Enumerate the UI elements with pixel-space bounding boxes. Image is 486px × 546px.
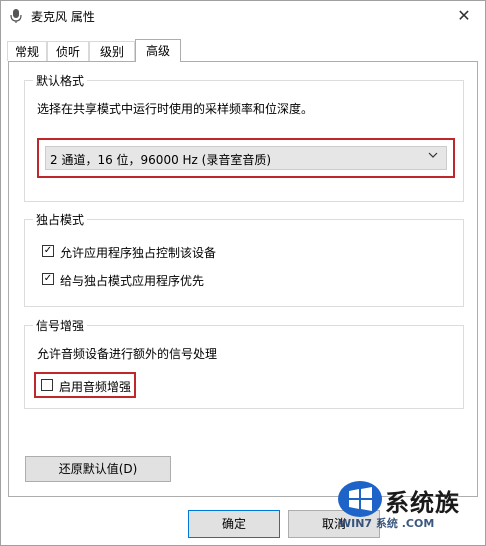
default-format-title: 默认格式	[33, 72, 88, 89]
watermark-brand: 系统族	[385, 488, 460, 517]
chevron-down-icon	[428, 151, 438, 162]
windows-logo-icon	[338, 481, 382, 517]
advanced-panel: 默认格式 选择在共享模式中运行时使用的采样频率和位深度。 2 通道，16 位，9…	[8, 61, 478, 497]
default-format-group: 默认格式 选择在共享模式中运行时使用的采样频率和位深度。 2 通道，16 位，9…	[24, 72, 464, 202]
format-select-value: 2 通道，16 位，96000 Hz (录音室音质)	[50, 153, 272, 167]
format-select[interactable]: 2 通道，16 位，96000 Hz (录音室音质)	[45, 146, 447, 170]
close-icon: ✕	[457, 6, 471, 25]
exclusive-mode-group: 独占模式 ✓ 允许应用程序独占控制该设备 ✓ 给与独占模式应用程序优先	[24, 211, 464, 307]
close-button[interactable]: ✕	[453, 5, 475, 27]
checkbox-unchecked-icon[interactable]	[41, 379, 53, 391]
exclusive-control-label: 允许应用程序独占控制该设备	[60, 246, 217, 260]
exclusive-priority-label: 给与独占模式应用程序优先	[60, 274, 205, 288]
window-title: 麦克风 属性	[31, 10, 95, 24]
checkbox-checked-icon[interactable]: ✓	[42, 273, 54, 285]
format-select-highlight: 2 通道，16 位，96000 Hz (录音室音质)	[37, 138, 455, 178]
audio-enhancement-label: 启用音频增强	[59, 380, 132, 394]
tab-listen[interactable]: 侦听	[47, 41, 89, 61]
tab-advanced[interactable]: 高级	[135, 39, 181, 62]
watermark-url: WIN7 系统 .COM	[339, 517, 435, 530]
microphone-icon	[10, 9, 22, 23]
tab-general[interactable]: 常规	[7, 41, 47, 61]
signal-enhancement-title: 信号增强	[33, 317, 88, 334]
audio-enhancement-option[interactable]: 启用音频增强	[41, 378, 131, 394]
site-watermark: 系统族 WIN7 系统 .COM	[335, 475, 485, 545]
signal-enhancement-group: 信号增强 允许音频设备进行额外的信号处理 启用音频增强	[24, 317, 464, 409]
properties-window: 麦克风 属性 ✕ 常规 侦听 级别 高级 默认格式 选择在共享模式中运行时使用的…	[0, 0, 486, 546]
signal-enhancement-description: 允许音频设备进行额外的信号处理	[37, 347, 218, 361]
ok-button[interactable]: 确定	[188, 510, 280, 538]
audio-enhancement-highlight: 启用音频增强	[34, 372, 136, 398]
title-bar: 麦克风 属性 ✕	[1, 1, 485, 31]
exclusive-mode-title: 独占模式	[33, 211, 88, 228]
checkbox-checked-icon[interactable]: ✓	[42, 245, 54, 257]
restore-defaults-button[interactable]: 还原默认值(D)	[25, 456, 171, 482]
default-format-description: 选择在共享模式中运行时使用的采样频率和位深度。	[37, 102, 314, 116]
tab-levels[interactable]: 级别	[89, 41, 135, 61]
